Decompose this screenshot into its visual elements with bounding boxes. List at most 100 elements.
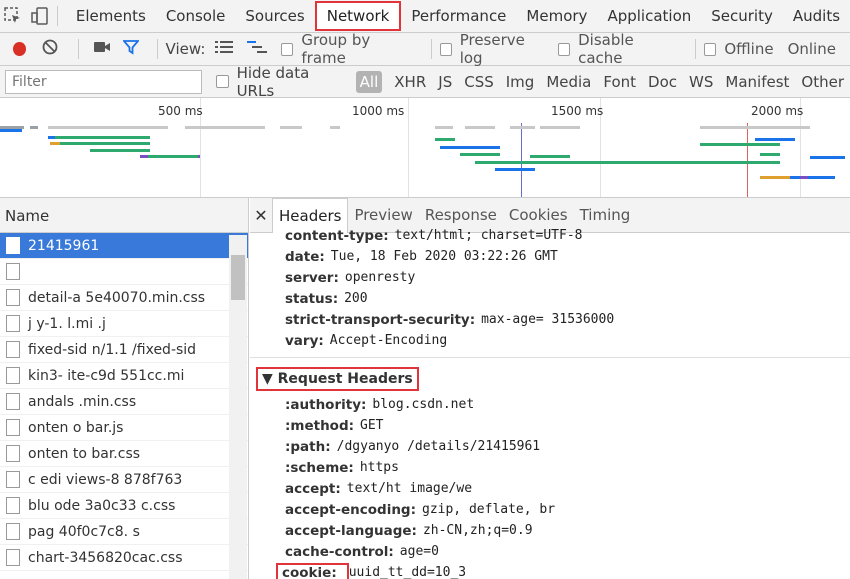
tick-label: 1000 ms — [352, 104, 405, 118]
device-toolbar-icon[interactable] — [27, 0, 54, 32]
filter-type-xhr[interactable]: XHR — [388, 73, 432, 91]
camera-icon[interactable] — [93, 40, 111, 58]
header-row: status: 200 — [250, 288, 850, 309]
request-row[interactable]: chart-3456820cac.css — [0, 545, 248, 571]
filter-type-all[interactable]: All — [355, 70, 383, 93]
divider — [77, 39, 79, 59]
filter-type-css[interactable]: CSS — [458, 73, 500, 91]
header-value: blog.csdn.net — [372, 397, 475, 412]
throttling-select[interactable]: Online — [788, 40, 836, 58]
header-value: GET — [360, 418, 384, 433]
waterfall-bar — [760, 153, 780, 156]
header-row: :path: /dgyanyo /details/21415961 — [250, 436, 850, 457]
tab-memory[interactable]: Memory — [516, 0, 597, 32]
tab-sources[interactable]: Sources — [235, 0, 314, 32]
tab-performance[interactable]: Performance — [401, 0, 516, 32]
header-row: content-type: text/html; charset=UTF-8 — [250, 225, 850, 246]
request-name: andals .min.css — [28, 393, 137, 410]
preserve-log-checkbox[interactable] — [439, 42, 452, 56]
header-row: :authority: blog.csdn.net — [250, 394, 850, 415]
close-icon[interactable]: ✕ — [250, 206, 272, 225]
tab-elements[interactable]: Elements — [66, 0, 156, 32]
file-icon — [6, 445, 20, 462]
header-name: date: — [285, 248, 325, 265]
header-name: vary: — [285, 332, 324, 349]
tab-security[interactable]: Security — [701, 0, 783, 32]
waterfall-bar — [148, 155, 198, 158]
header-name: :authority: — [285, 396, 367, 413]
hide-data-urls-checkbox[interactable] — [215, 75, 229, 88]
filter-type-media[interactable]: Media — [540, 73, 597, 91]
offline-label: Offline — [724, 40, 774, 58]
header-value: openresty — [344, 270, 416, 285]
tab-console[interactable]: Console — [156, 0, 236, 32]
request-row[interactable]: fixed-sid n/1.1 /fixed-sid — [0, 337, 248, 363]
waterfall-bar — [60, 142, 150, 145]
divider — [250, 357, 850, 358]
file-icon — [6, 419, 20, 436]
filter-icon[interactable] — [121, 39, 140, 59]
filter-type-doc[interactable]: Doc — [642, 73, 683, 91]
record-button[interactable] — [13, 42, 26, 56]
tab-network[interactable]: Network — [314, 1, 402, 31]
filter-type-other[interactable]: Other — [795, 73, 850, 91]
request-headers-section[interactable]: ▼ Request Headers — [250, 364, 850, 394]
large-rows-icon[interactable] — [215, 40, 234, 58]
disable-cache-checkbox[interactable] — [558, 42, 571, 56]
waterfall-bar — [800, 176, 808, 179]
request-name: blu ode 3a0c33 c.css — [28, 497, 176, 514]
request-list: Name 21415961 detail-a 5e40070.min.css j y… — [0, 198, 249, 579]
request-row[interactable]: c edi views-8 878f763 — [0, 467, 248, 493]
disable-cache-label: Disable cache — [578, 31, 634, 67]
header-row: :method: GET — [250, 415, 850, 436]
waterfall-icon[interactable] — [247, 40, 268, 58]
filter-type-img[interactable]: Img — [500, 73, 541, 91]
offline-checkbox[interactable] — [704, 42, 717, 56]
filter-type-font[interactable]: Font — [597, 73, 642, 91]
request-row[interactable]: onten to bar.css — [0, 441, 248, 467]
request-row[interactable]: j y-1. l.mi .j — [0, 311, 248, 337]
file-icon — [6, 341, 20, 358]
file-icon — [6, 367, 20, 384]
request-row[interactable]: blu ode 3a0c33 c.css — [0, 493, 248, 519]
request-name: pag 40f0c7c8. s — [28, 523, 140, 540]
request-row[interactable]: 21415961 — [0, 233, 248, 259]
filter-type-manifest[interactable]: Manifest — [719, 73, 795, 91]
header-value: age=0 — [399, 544, 439, 559]
waterfall-bar — [510, 126, 535, 129]
name-column-header[interactable]: Name — [0, 198, 248, 233]
header-value: Accept-Encoding — [329, 333, 448, 348]
divider — [695, 39, 697, 59]
filter-type-ws[interactable]: WS — [683, 73, 719, 91]
filter-bar: Hide data URLs All XHRJSCSSImgMediaFontDo… — [0, 64, 850, 100]
header-value: 200 — [344, 291, 368, 306]
request-row[interactable]: onten o bar.js — [0, 415, 248, 441]
scrollbar-thumb[interactable] — [231, 255, 245, 300]
header-value: text/html; charset=UTF-8 — [394, 228, 583, 243]
request-name: 21415961 — [28, 237, 100, 254]
request-row[interactable]: kin3- ite-c9d 551cc.mi — [0, 363, 248, 389]
clear-icon[interactable] — [42, 39, 58, 59]
header-row: vary: Accept-Encoding — [250, 330, 850, 351]
header-value: text/ht image/we — [346, 481, 473, 496]
request-row[interactable]: detail-a 5e40070.min.css — [0, 285, 248, 311]
tick-label: 2000 ms — [751, 104, 804, 118]
file-icon — [6, 523, 20, 540]
filter-input[interactable] — [5, 69, 203, 94]
request-row[interactable]: pag 40f0c7c8. s — [0, 519, 248, 545]
header-name: accept-language: — [285, 522, 417, 539]
tab-application[interactable]: Application — [597, 0, 701, 32]
waterfall-bar — [330, 126, 340, 129]
inspect-element-icon[interactable] — [0, 0, 27, 32]
view-label: View: — [165, 40, 206, 58]
panel-tabs: Elements Console Sources Network Performance… — [66, 0, 850, 32]
request-list-scrollbar[interactable] — [229, 235, 247, 579]
filter-type-js[interactable]: JS — [432, 73, 458, 91]
tab-audits[interactable]: Audits — [783, 0, 850, 32]
request-row[interactable] — [0, 259, 248, 285]
file-icon — [6, 393, 20, 410]
waterfall-bar — [460, 153, 500, 156]
header-name: accept-encoding: — [285, 501, 416, 518]
group-by-frame-checkbox[interactable] — [281, 42, 294, 56]
request-row[interactable]: andals .min.css — [0, 389, 248, 415]
